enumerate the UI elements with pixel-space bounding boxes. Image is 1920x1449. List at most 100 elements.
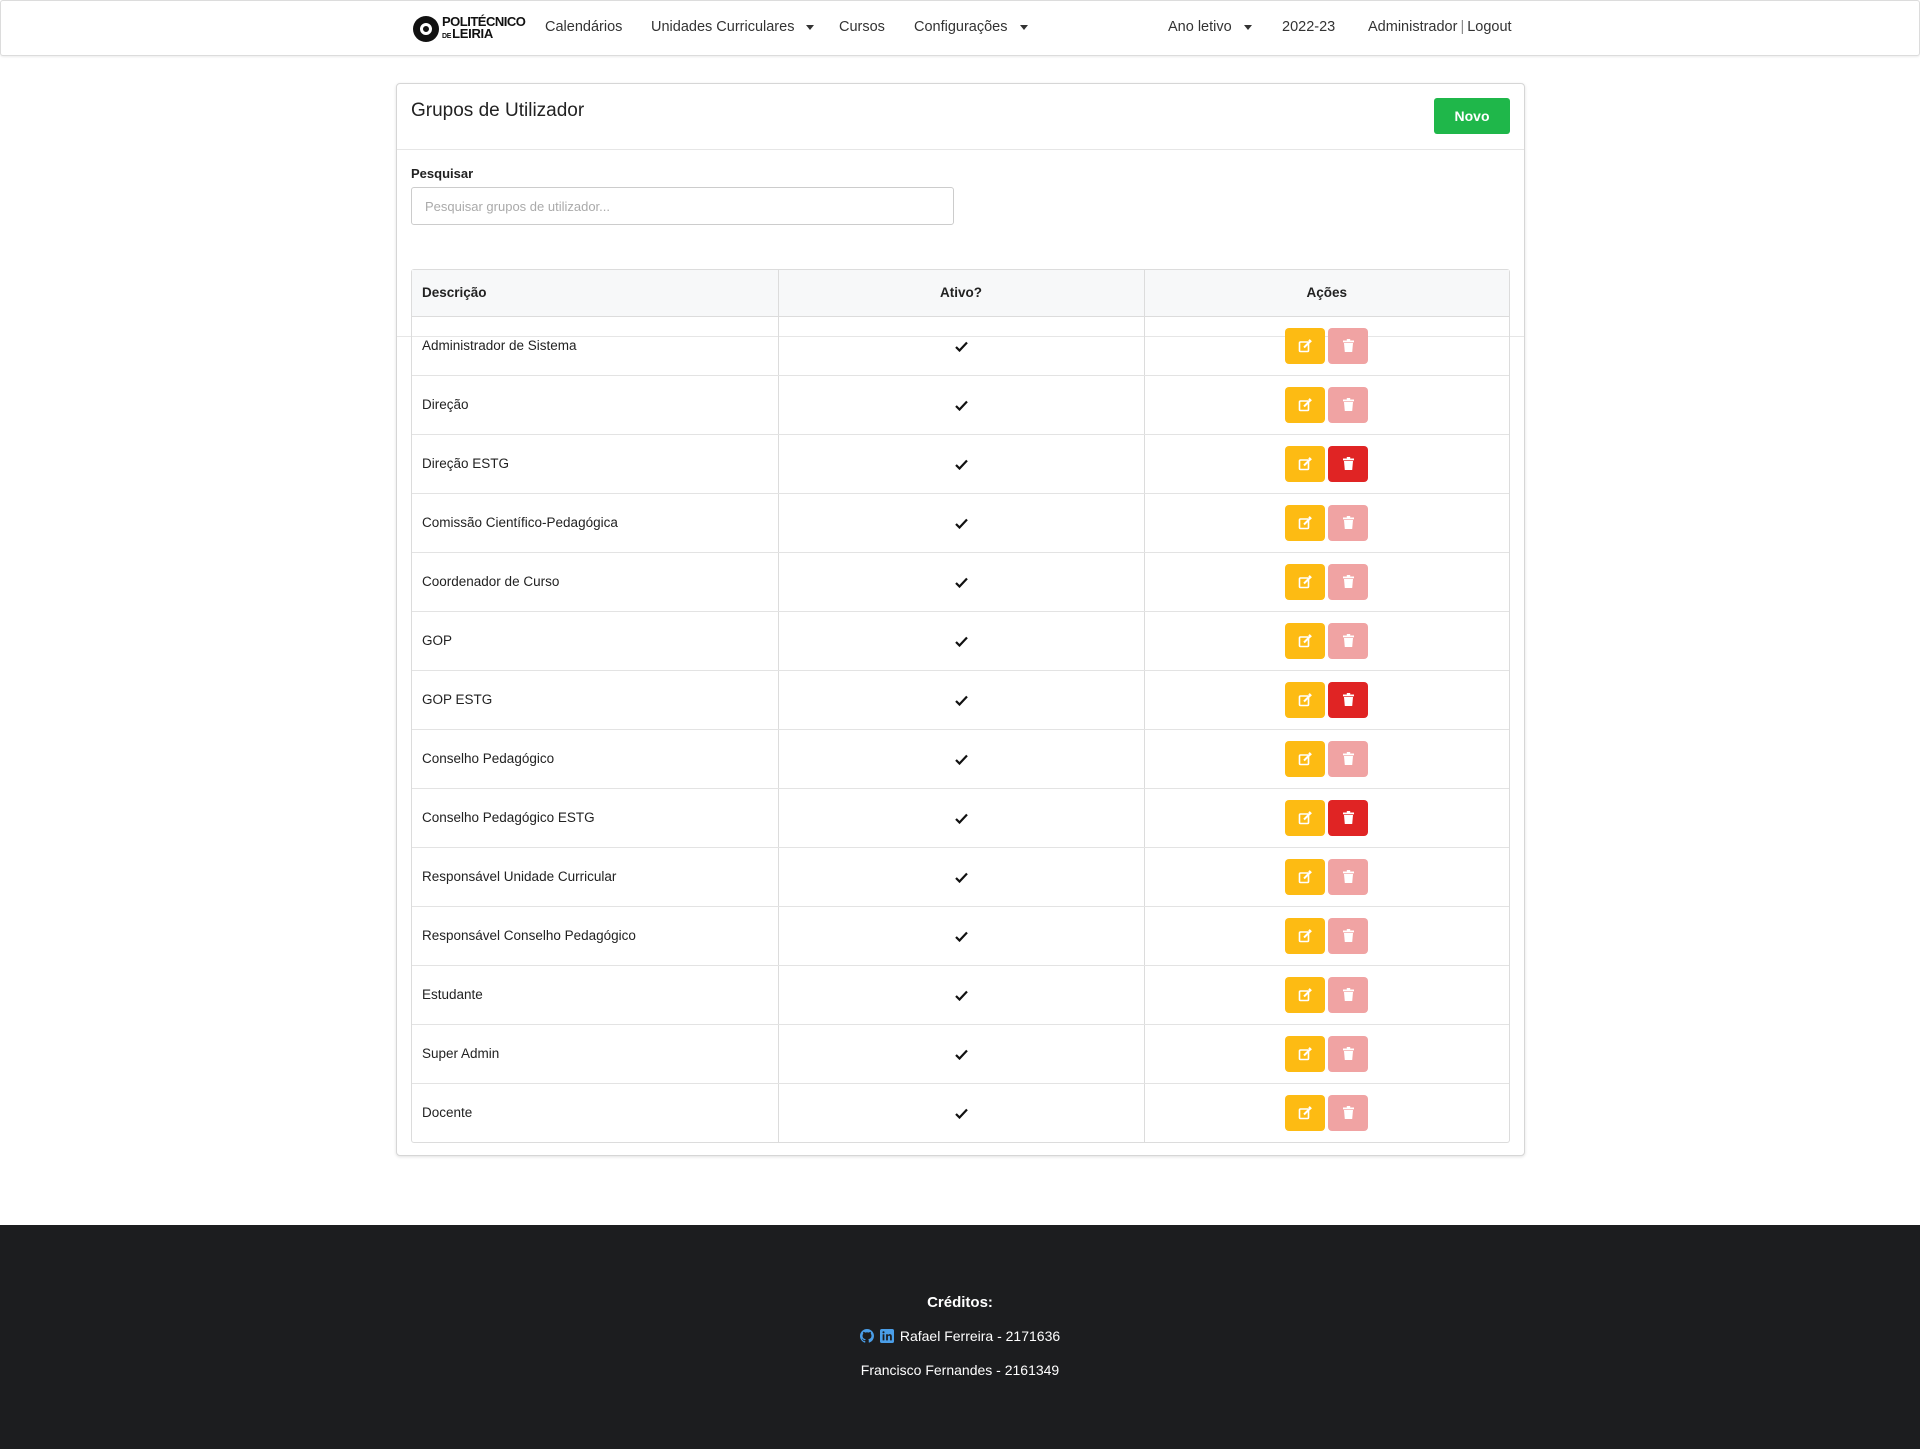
table-row: Comissão Científico-Pedagógica [412, 493, 1509, 553]
edit-button[interactable] [1285, 563, 1326, 600]
table-row: Direção [412, 375, 1509, 435]
edit-button[interactable] [1285, 622, 1326, 659]
table-row: GOP [412, 611, 1509, 671]
top-navbar: POLITÉCNICO DELEIRIA Calendários Unidade… [0, 0, 1920, 56]
nav-cursos[interactable]: Cursos [839, 19, 885, 35]
check-icon [954, 456, 968, 471]
trash-icon [1342, 988, 1354, 1001]
delete-button [1328, 858, 1369, 895]
navbar-container: POLITÉCNICO DELEIRIA Calendários Unidade… [413, 1, 1512, 57]
edit-button[interactable] [1285, 1035, 1326, 1072]
delete-button[interactable] [1328, 445, 1369, 482]
cell-acoes [1144, 434, 1509, 494]
nav-unidades-curriculares-dropdown[interactable]: Unidades Curriculares [651, 19, 815, 35]
edit-icon [1298, 633, 1313, 648]
check-icon [954, 928, 968, 943]
cell-acoes [1144, 611, 1509, 671]
card-header: Grupos de Utilizador Novo [397, 84, 1524, 150]
table-row: Administrador de Sistema [412, 316, 1509, 376]
table-row: Conselho Pedagógico ESTG [412, 788, 1509, 848]
cell-ativo [778, 375, 1145, 435]
edit-button[interactable] [1285, 740, 1326, 777]
cell-acoes [1144, 316, 1509, 376]
edit-button[interactable] [1285, 858, 1326, 895]
edit-button[interactable] [1285, 386, 1326, 423]
logout-link[interactable]: Logout [1467, 19, 1511, 35]
edit-button[interactable] [1285, 917, 1326, 954]
cell-descricao: Conselho Pedagógico ESTG [412, 788, 779, 848]
edit-button[interactable] [1285, 976, 1326, 1013]
search-input[interactable] [411, 187, 954, 225]
linkedin-icon[interactable] [879, 1329, 894, 1343]
edit-icon [1298, 692, 1313, 707]
delete-button [1328, 1035, 1369, 1072]
trash-icon [1342, 811, 1354, 824]
check-icon [954, 810, 968, 825]
edit-icon [1298, 338, 1313, 353]
table-row: Estudante [412, 965, 1509, 1025]
user-groups-table: Descrição Ativo? Ações Administrador de … [411, 269, 1510, 1143]
edit-icon [1298, 810, 1313, 825]
header-ativo[interactable]: Ativo? [778, 270, 1145, 317]
delete-button [1328, 327, 1369, 364]
nav-ano-letivo-dropdown[interactable]: Ano letivo [1168, 19, 1252, 35]
cell-descricao: Estudante [412, 965, 779, 1025]
cell-acoes [1144, 906, 1509, 966]
cell-acoes [1144, 552, 1509, 612]
credit-name: Francisco Fernandes - 2161349 [860, 1362, 1060, 1378]
cell-descricao: GOP [412, 611, 779, 671]
trash-icon [1342, 339, 1354, 352]
trash-icon [1342, 752, 1354, 765]
credits-title: Créditos: [927, 1294, 993, 1311]
trash-icon [1342, 1106, 1354, 1120]
cell-acoes [1144, 375, 1509, 435]
edit-button[interactable] [1285, 1094, 1326, 1131]
cell-acoes [1144, 847, 1509, 907]
search-label: Pesquisar [411, 166, 474, 181]
table-row: Docente [412, 1083, 1509, 1142]
cell-ativo [778, 788, 1145, 848]
trash-icon [1342, 457, 1354, 470]
edit-button[interactable] [1285, 681, 1326, 718]
delete-button [1328, 563, 1369, 600]
footer: Créditos: Rafael Ferreira - 2171636 Fran… [0, 1225, 1920, 1449]
cell-ativo [778, 611, 1145, 671]
delete-button [1328, 622, 1369, 659]
cell-acoes [1144, 1083, 1509, 1142]
nav-configuracoes-dropdown[interactable]: Configurações [914, 19, 1028, 35]
table-row: Direção ESTG [412, 434, 1509, 494]
cell-ativo [778, 493, 1145, 553]
caret-down-icon [1019, 24, 1028, 30]
check-icon [954, 397, 968, 412]
nav-calendarios[interactable]: Calendários [545, 19, 622, 35]
check-icon [954, 987, 968, 1002]
table-row: GOP ESTG [412, 670, 1509, 730]
edit-button[interactable] [1285, 799, 1326, 836]
new-group-button[interactable]: Novo [1434, 98, 1510, 134]
delete-button[interactable] [1328, 681, 1369, 718]
edit-icon [1298, 515, 1313, 530]
caret-down-icon [806, 24, 815, 30]
header-descricao[interactable]: Descrição [412, 270, 779, 317]
delete-button [1328, 740, 1369, 777]
brand-logo[interactable]: POLITÉCNICO DELEIRIA [413, 15, 526, 43]
github-icon[interactable] [859, 1329, 874, 1343]
cell-descricao: Docente [412, 1083, 779, 1142]
cell-acoes [1144, 670, 1509, 730]
edit-icon [1298, 869, 1313, 884]
cell-descricao: Coordenador de Curso [412, 552, 779, 612]
edit-button[interactable] [1285, 445, 1326, 482]
table-row: Responsável Unidade Curricular [412, 847, 1509, 907]
edit-button[interactable] [1285, 327, 1326, 364]
logo-circle-icon [413, 16, 439, 42]
table-body: Administrador de Sistema Direção Direção E… [412, 316, 1509, 1142]
user-profile-link[interactable]: Administrador [1368, 19, 1457, 35]
check-icon [954, 633, 968, 648]
credit-name: Rafael Ferreira - 2171636 [899, 1328, 1061, 1344]
cell-ativo [778, 729, 1145, 789]
cell-acoes [1144, 493, 1509, 553]
delete-button[interactable] [1328, 799, 1369, 836]
edit-button[interactable] [1285, 504, 1326, 541]
table-row: Coordenador de Curso [412, 552, 1509, 612]
edit-icon [1298, 397, 1313, 412]
